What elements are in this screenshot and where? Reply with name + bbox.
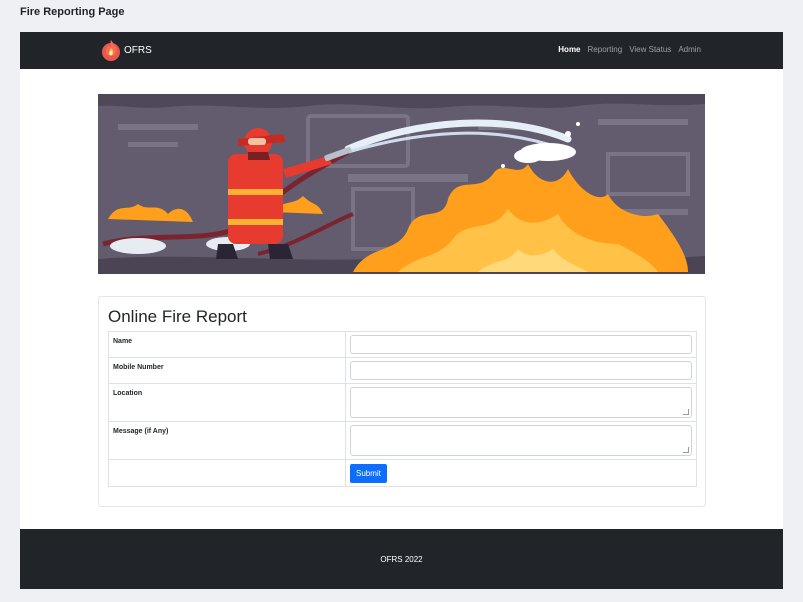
form-row-location: Location — [108, 383, 697, 422]
resize-grip-icon[interactable] — [683, 409, 689, 415]
location-textarea[interactable] — [350, 387, 692, 418]
page-frame: OFRS Home Reporting View Status Admin On… — [20, 32, 783, 589]
name-label: Name — [108, 331, 346, 358]
nav-links: Home Reporting View Status Admin — [558, 45, 701, 54]
mobile-label: Mobile Number — [108, 357, 346, 384]
brand-name: OFRS — [124, 44, 152, 56]
message-textarea[interactable] — [350, 425, 692, 456]
page-caption: Fire Reporting Page — [20, 6, 125, 18]
footer: OFRS 2022 — [20, 529, 783, 589]
form-row-message: Message (if Any) — [108, 421, 697, 460]
brand-link[interactable]: OFRS — [100, 38, 152, 62]
report-card: Online Fire Report Name Mobile Number Lo… — [98, 296, 706, 507]
nav-admin[interactable]: Admin — [678, 45, 701, 54]
form-row-name: Name — [108, 331, 697, 358]
submit-button[interactable]: Submit — [350, 464, 387, 483]
firefighter-illustration — [98, 94, 705, 274]
footer-text: OFRS 2022 — [380, 554, 423, 564]
hero-banner — [98, 94, 705, 274]
form-title: Online Fire Report — [108, 307, 247, 326]
nav-reporting[interactable]: Reporting — [588, 45, 623, 54]
mobile-input[interactable] — [350, 361, 692, 380]
name-input[interactable] — [350, 335, 692, 354]
form-row-mobile: Mobile Number — [108, 357, 697, 384]
resize-grip-icon[interactable] — [683, 447, 689, 453]
navbar: OFRS Home Reporting View Status Admin — [20, 32, 783, 69]
location-label: Location — [108, 383, 346, 422]
report-form: Name Mobile Number Location Message (if … — [108, 331, 697, 487]
fire-logo-icon — [102, 40, 120, 61]
nav-view-status[interactable]: View Status — [629, 45, 671, 54]
message-label: Message (if Any) — [108, 421, 346, 460]
nav-home[interactable]: Home — [558, 45, 580, 54]
form-row-submit: Submit — [108, 459, 697, 487]
